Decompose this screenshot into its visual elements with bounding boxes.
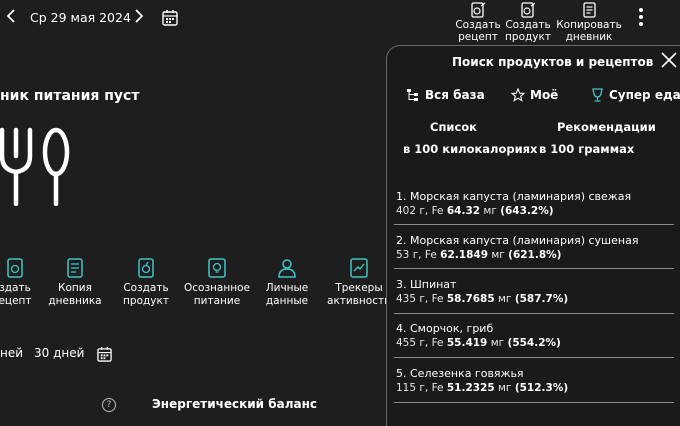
feature-mindful-eating[interactable]: Осознанное питание — [184, 258, 250, 308]
calendar-button[interactable] — [162, 9, 178, 30]
feature-personal-data[interactable]: Личные данные — [254, 258, 320, 308]
kebab-dot-icon — [639, 8, 643, 12]
filter-mine[interactable]: Моё — [511, 88, 558, 102]
result-percent: (621.8%) — [508, 249, 562, 261]
result-unit: мг — [491, 249, 505, 261]
recommendations-column-title[interactable]: Рекомендации — [557, 120, 656, 134]
divider — [394, 357, 674, 358]
feature-label: Личные данные — [265, 282, 309, 307]
result-name: 4. Сморчок, гриб — [396, 322, 494, 335]
period-calendar-button[interactable] — [97, 346, 112, 366]
close-icon[interactable] — [660, 51, 678, 69]
create-recipe-label: Создать рецепт — [455, 19, 501, 43]
result-weight: 115 г, Fe — [396, 382, 444, 394]
result-unit: мг — [498, 293, 512, 305]
result-name: 1. Морская капуста (ламинария) свежая — [396, 190, 632, 203]
result-unit: мг — [498, 382, 512, 394]
result-amount: 64.32 — [446, 205, 481, 217]
recipe-icon — [7, 258, 23, 278]
result-amount: 55.419 — [446, 337, 488, 349]
copy-diary-label: Копировать дневник — [556, 19, 622, 43]
result-weight: 53 г, Fe — [396, 249, 437, 261]
feature-create-recipe[interactable]: здать ецепт — [0, 258, 48, 308]
list-item[interactable]: 2. Морская капуста (ламинария) сушеная 5… — [396, 233, 676, 263]
result-percent: (554.2%) — [507, 337, 561, 349]
period-option[interactable]: 30 дней — [34, 346, 84, 360]
list-item[interactable]: 4. Сморчок, гриб 455 г, Fe 55.419 мг (55… — [396, 321, 676, 351]
kebab-dot-icon — [639, 15, 643, 19]
feature-create-product[interactable]: Создать продукт — [113, 258, 179, 308]
create-recipe-button[interactable]: Создать рецепт — [452, 0, 504, 43]
result-weight: 455 г, Fe — [396, 337, 444, 349]
activity-tracker-icon — [350, 258, 368, 278]
help-icon[interactable]: ? — [102, 398, 116, 412]
feature-copy-diary[interactable]: Копия дневника — [42, 258, 108, 308]
result-amount: 62.1849 — [440, 249, 488, 261]
lightbulb-icon — [208, 258, 226, 278]
feature-label: Копия дневника — [48, 282, 102, 307]
divider — [394, 224, 674, 225]
chevron-left-icon — [6, 9, 15, 23]
divider — [394, 313, 674, 314]
result-name: 3. Шпинат — [396, 278, 457, 291]
list-item[interactable]: 3. Шпинат 435 г, Fe 58.7685 мг (587.7%) — [396, 277, 676, 307]
more-menu-button[interactable] — [636, 8, 646, 29]
star-icon — [511, 88, 525, 102]
result-amount: 51.2325 — [446, 382, 495, 394]
feature-label: Осознанное питание — [184, 282, 250, 307]
database-tree-icon — [407, 89, 418, 101]
recommendations-column-subtitle[interactable]: в 100 граммах — [539, 142, 634, 156]
copy-diary-button[interactable]: Копировать дневник — [556, 0, 622, 43]
panel-title: Поиск продуктов и рецептов — [452, 55, 654, 69]
filter-label: Вся база — [425, 88, 485, 102]
feature-label: Создать продукт — [123, 282, 169, 307]
create-product-label: Создать продукт — [505, 19, 551, 43]
product-icon — [138, 258, 154, 278]
calendar-icon — [162, 10, 178, 26]
feature-activity-trackers[interactable]: Трекеры активности — [324, 258, 394, 308]
product-edit-icon — [521, 2, 536, 18]
result-name: 5. Селезенка говяжья — [396, 367, 524, 380]
next-day-button[interactable] — [135, 9, 144, 27]
list-item[interactable]: 5. Селезенка говяжья 115 г, Fe 51.2325 м… — [396, 366, 676, 396]
result-unit: мг — [490, 337, 505, 349]
result-percent: (512.3%) — [514, 382, 569, 394]
create-product-button[interactable]: Создать продукт — [502, 0, 554, 43]
fork-spoon-icon — [0, 127, 70, 206]
list-column-title[interactable]: Список — [430, 120, 477, 134]
empty-diary-title: ник питания пуст — [0, 88, 140, 104]
result-weight: 402 г, Fe — [396, 205, 444, 217]
feature-label: Трекеры активности — [327, 282, 391, 307]
divider — [394, 268, 674, 269]
filter-label: Моё — [530, 88, 559, 102]
result-amount: 58.7685 — [446, 293, 495, 305]
prev-day-button[interactable] — [6, 9, 15, 27]
current-date[interactable]: Ср 29 мая 2024 — [30, 10, 131, 25]
filter-superfood[interactable]: Супер еда — [591, 88, 680, 102]
copy-diary-icon — [67, 258, 83, 278]
list-column-subtitle[interactable]: в 100 килокалориях — [403, 142, 537, 156]
recipe-edit-icon — [471, 2, 486, 18]
result-percent: (643.2%) — [500, 205, 554, 217]
result-unit: мг — [483, 205, 497, 217]
filter-label: Супер еда — [609, 88, 680, 102]
kebab-dot-icon — [639, 22, 643, 26]
trophy-icon — [592, 88, 603, 102]
chevron-right-icon — [135, 9, 144, 23]
result-name: 2. Морская капуста (ламинария) сушеная — [396, 234, 639, 247]
period-option[interactable]: ней — [0, 346, 23, 360]
result-weight: 435 г, Fe — [396, 293, 444, 305]
calendar-icon — [97, 346, 112, 362]
copy-document-icon — [583, 2, 596, 18]
feature-label: здать ецепт — [0, 282, 32, 307]
divider — [394, 402, 674, 403]
result-percent: (587.7%) — [514, 293, 569, 305]
list-item[interactable]: 1. Морская капуста (ламинария) свежая 40… — [396, 189, 676, 219]
filter-all-database[interactable]: Вся база — [406, 88, 485, 102]
user-icon — [278, 259, 296, 278]
